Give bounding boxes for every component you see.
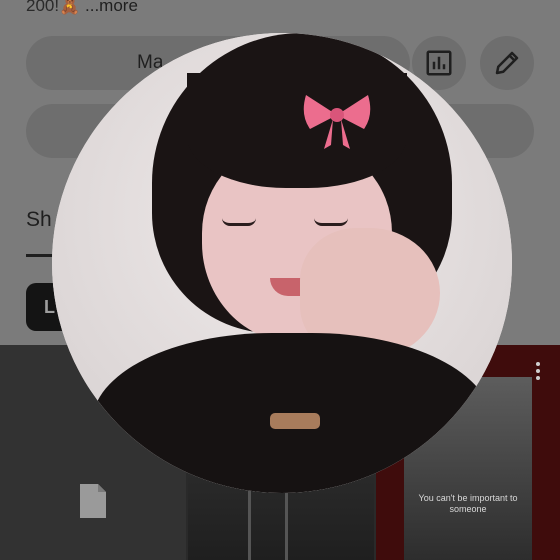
description-text: 200!🧸	[26, 0, 81, 15]
tile-caption: You can't be important to someone	[418, 493, 518, 514]
avatar-preview	[52, 33, 512, 493]
avatar-eye-left	[222, 218, 256, 226]
more-link[interactable]: ...more	[85, 0, 138, 15]
avatar-bangs	[187, 73, 407, 188]
tab-shorts[interactable]: Sh	[26, 208, 52, 232]
avatar-watch	[270, 413, 320, 429]
channel-description[interactable]: 200!🧸 ...more	[26, 0, 138, 16]
kebab-icon[interactable]	[536, 362, 542, 382]
avatar-eye-right	[314, 218, 348, 226]
hair-bow-icon	[303, 95, 371, 149]
